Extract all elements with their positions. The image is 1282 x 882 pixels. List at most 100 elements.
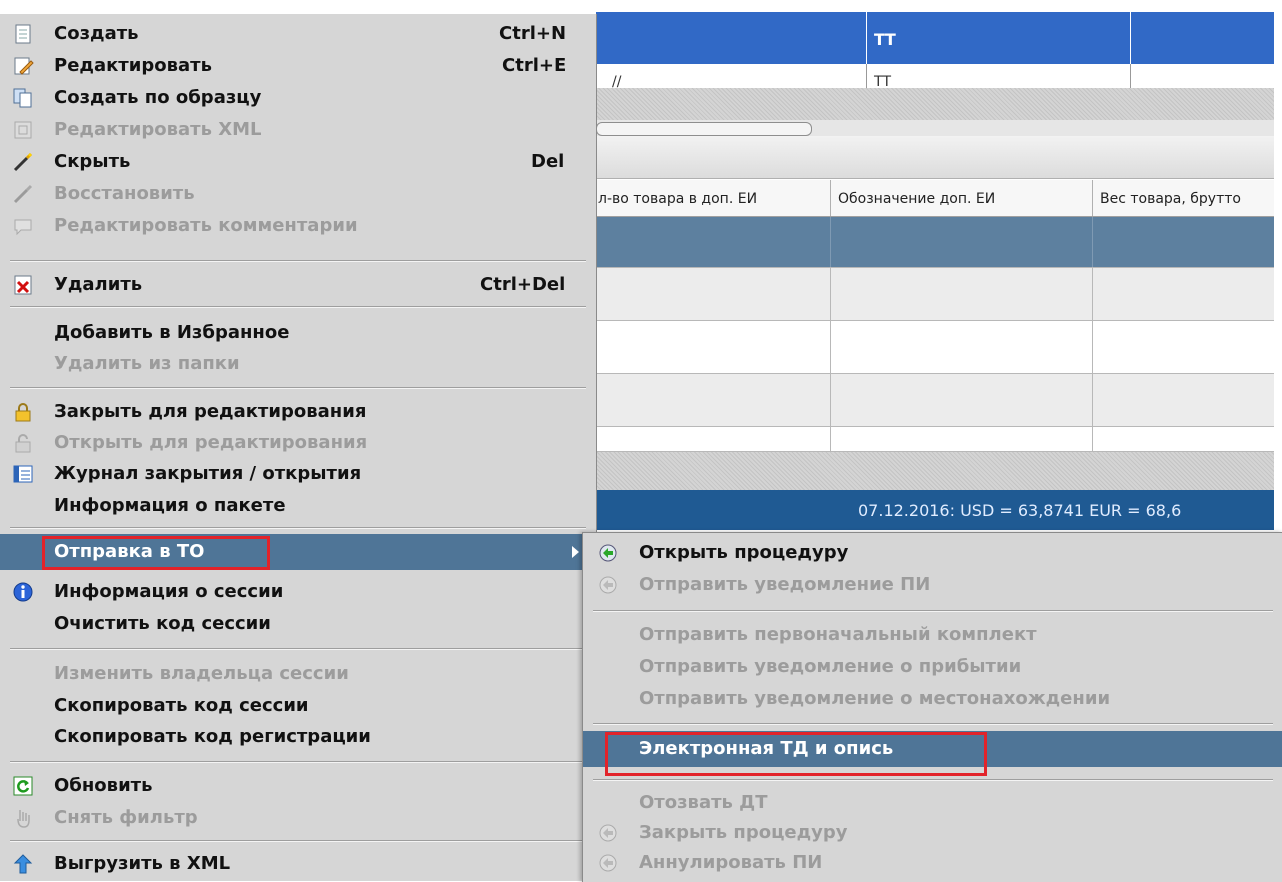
submenu-item-send-location-notice[interactable]: Отправить уведомление о местонахождении — [583, 683, 1282, 715]
menu-item-label: Удалить — [54, 274, 143, 295]
submenu-item-label: Отправить уведомление о местонахождении — [639, 688, 1111, 709]
grid-row[interactable] — [596, 321, 1274, 374]
hatched-area — [596, 88, 1274, 120]
menu-item-copy-session-code[interactable]: Скопировать код сессии — [0, 690, 596, 722]
menu-separator — [10, 260, 586, 262]
menu-separator — [10, 648, 586, 650]
menu-item-shortcut: Ctrl+Del — [480, 274, 566, 295]
column-header-gross-weight[interactable]: Вес товара, брутто — [1100, 191, 1241, 207]
submenu-item-close-procedure[interactable]: Закрыть процедуру — [583, 817, 1282, 849]
menu-item-label: Открыть для редактирования — [54, 432, 368, 453]
info-icon — [13, 582, 33, 602]
submenu-item-label: Отправить уведомление ПИ — [639, 574, 931, 595]
menu-separator — [10, 761, 586, 763]
column-separator — [1092, 268, 1093, 320]
menu-item-label: Редактировать комментарии — [54, 215, 358, 236]
menu-separator — [10, 527, 586, 529]
menu-item-label: Редактировать — [54, 55, 212, 76]
column-separator — [1092, 217, 1093, 267]
menu-item-edit[interactable]: Редактировать Ctrl+E — [0, 50, 596, 82]
comment-icon — [14, 219, 32, 236]
menu-item-label: Восстановить — [54, 183, 195, 204]
menu-separator — [10, 840, 586, 842]
pencil-edit-icon — [14, 57, 34, 75]
menu-separator — [10, 306, 586, 308]
procedure-cancel-icon — [599, 854, 617, 872]
menu-item-edit-comments[interactable]: Редактировать комментарии — [0, 210, 596, 242]
grid-row[interactable] — [596, 374, 1274, 427]
menu-item-label: Удалить из папки — [54, 353, 240, 374]
menu-item-label: Информация о сессии — [54, 581, 284, 602]
menu-item-restore[interactable]: Восстановить — [0, 178, 596, 210]
column-header-extra-unit-code[interactable]: Обозначение доп. ЕИ — [838, 191, 995, 207]
submenu-item-label: Открыть процедуру — [639, 542, 849, 563]
menu-item-lock-journal[interactable]: Журнал закрытия / открытия — [0, 458, 596, 490]
context-menu: Создать Ctrl+N Редактировать Ctrl+E Созд… — [0, 14, 597, 881]
grid-toolbar — [596, 136, 1274, 179]
grid-row[interactable] — [596, 268, 1274, 321]
submenu-item-open-procedure[interactable]: Открыть процедуру — [583, 537, 1282, 569]
menu-item-shortcut: Ctrl+E — [502, 55, 567, 76]
grid-row-selected[interactable] — [596, 217, 1274, 268]
menu-item-package-info[interactable]: Информация о пакете — [0, 490, 596, 522]
top-grid-row[interactable]: // ТТ — [596, 64, 1274, 89]
menu-item-copy-registration-code[interactable]: Скопировать код регистрации — [0, 721, 596, 753]
exchange-rate-text: 07.12.2016: USD = 63,8741 EUR = 68,6 — [858, 501, 1182, 520]
procedure-notify-icon — [599, 576, 617, 594]
menu-item-refresh[interactable]: Обновить — [0, 770, 596, 802]
column-separator — [1092, 374, 1093, 426]
menu-item-label: Информация о пакете — [54, 495, 286, 516]
menu-item-label: Очистить код сессии — [54, 613, 271, 634]
menu-item-label: Добавить в Избранное — [54, 322, 290, 343]
column-separator — [830, 427, 831, 451]
items-grid-header: л-во товара в доп. ЕИ Обозначение доп. Е… — [596, 180, 1274, 217]
menu-item-clear-filter[interactable]: Снять фильтр — [0, 802, 596, 834]
menu-item-unlock-editing[interactable]: Открыть для редактирования — [0, 427, 596, 459]
list-log-icon — [13, 465, 33, 483]
submenu-item-label: Отправить уведомление о прибытии — [639, 656, 1022, 677]
delete-x-icon — [14, 275, 32, 295]
submenu-arrow-icon — [572, 546, 579, 558]
submenu-item-cancel-pi[interactable]: Аннулировать ПИ — [583, 847, 1282, 879]
menu-item-label: Скопировать код регистрации — [54, 726, 371, 747]
menu-item-change-session-owner[interactable]: Изменить владельца сессии — [0, 658, 596, 690]
unlock-icon — [15, 434, 31, 453]
xml-edit-icon — [14, 121, 32, 139]
procedure-open-icon — [599, 544, 617, 562]
column-separator — [830, 180, 831, 216]
top-grid-header-col: ТТ — [874, 30, 896, 49]
submenu-item-revoke-dt[interactable]: Отозвать ДТ — [583, 787, 1282, 819]
menu-item-delete[interactable]: Удалить Ctrl+Del — [0, 269, 596, 301]
menu-item-create-from-template[interactable]: Создать по образцу — [0, 82, 596, 114]
menu-separator — [593, 779, 1273, 781]
submenu-item-send-arrival-notice[interactable]: Отправить уведомление о прибытии — [583, 651, 1282, 683]
hatched-area — [596, 452, 1274, 490]
menu-item-hide[interactable]: Скрыть Del — [0, 146, 596, 178]
menu-item-export-xml[interactable]: Выгрузить в XML — [0, 848, 596, 880]
menu-separator — [593, 723, 1273, 725]
menu-item-label: Создать — [54, 23, 139, 44]
menu-item-add-favorites[interactable]: Добавить в Избранное — [0, 317, 596, 349]
export-xml-icon — [13, 854, 33, 874]
submenu-item-label: Отправить первоначальный комплект — [639, 624, 1037, 645]
menu-item-edit-xml[interactable]: Редактировать XML — [0, 114, 596, 146]
scrollbar-thumb[interactable] — [596, 122, 812, 136]
menu-item-label: Закрыть для редактирования — [54, 401, 367, 422]
annotation-highlight-box — [605, 732, 987, 776]
menu-item-remove-from-folder[interactable]: Удалить из папки — [0, 348, 596, 380]
menu-item-create[interactable]: Создать Ctrl+N — [0, 18, 596, 50]
restore-icon — [13, 184, 33, 204]
submenu-item-send-initial-set[interactable]: Отправить первоначальный комплект — [583, 619, 1282, 651]
menu-item-label: Выгрузить в XML — [54, 853, 231, 874]
menu-item-session-info[interactable]: Информация о сессии — [0, 576, 596, 608]
horizontal-scrollbar[interactable] — [596, 120, 1274, 136]
menu-separator — [10, 387, 586, 389]
annotation-highlight-box — [42, 536, 270, 570]
menu-item-shortcut: Ctrl+N — [499, 23, 567, 44]
column-separator — [1092, 427, 1093, 451]
menu-item-lock-editing[interactable]: Закрыть для редактирования — [0, 396, 596, 428]
column-header-qty-extra-unit[interactable]: л-во товара в доп. ЕИ — [598, 191, 757, 207]
grid-row[interactable] — [596, 427, 1274, 452]
submenu-item-send-pi-notice[interactable]: Отправить уведомление ПИ — [583, 569, 1282, 601]
menu-item-clear-session-code[interactable]: Очистить код сессии — [0, 608, 596, 640]
